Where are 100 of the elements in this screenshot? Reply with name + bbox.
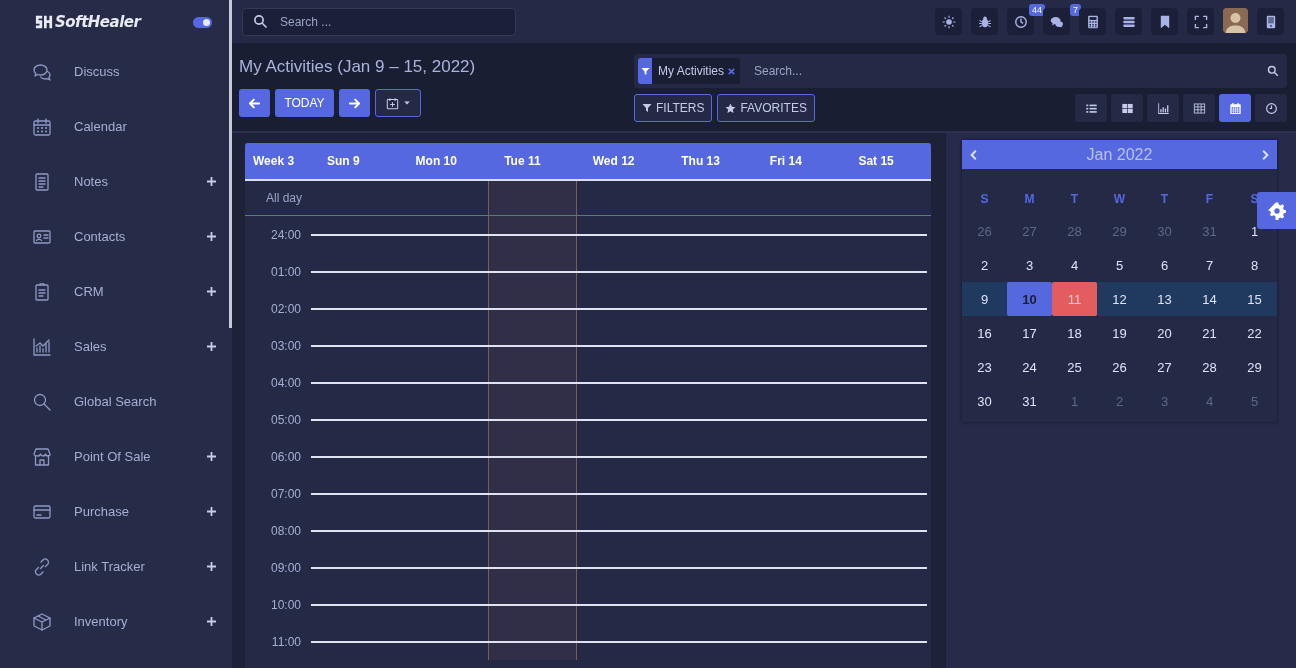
calendar-day[interactable]: 4 <box>1052 248 1097 282</box>
calendar-day[interactable]: 23 <box>962 350 1007 384</box>
toolbar-button[interactable] <box>1151 8 1178 35</box>
line-chart-icon <box>32 336 52 357</box>
calendar-day[interactable]: 20 <box>1142 316 1187 350</box>
plus-icon[interactable] <box>207 617 216 626</box>
date-picker-button[interactable] <box>375 89 421 117</box>
hour-label: 05:00 <box>269 412 302 427</box>
calendar-day[interactable]: 13 <box>1142 282 1187 316</box>
right-arrow-icon <box>348 96 361 110</box>
toolbar-button[interactable] <box>1257 8 1284 35</box>
weekday-label: S <box>979 191 990 208</box>
calendar-day[interactable]: 21 <box>1187 316 1232 350</box>
plus-icon[interactable] <box>207 342 216 351</box>
toolbar-button[interactable] <box>1079 8 1106 35</box>
sidebar-item[interactable]: Calendar <box>0 99 232 154</box>
calendar-day[interactable]: 2 <box>962 248 1007 282</box>
day-column-header[interactable]: Thu 13 <box>665 143 754 179</box>
sidebar-item[interactable]: Contacts <box>0 209 232 264</box>
calendar-day[interactable]: 27 <box>1142 350 1187 384</box>
calendar-day[interactable]: 29 <box>1232 350 1277 384</box>
chat-bubbles-icon <box>32 61 52 82</box>
sidebar-item[interactable]: CRM <box>0 264 232 319</box>
toggle-switch[interactable] <box>193 16 212 28</box>
plus-icon[interactable] <box>207 177 216 186</box>
toolbar-button[interactable] <box>1115 8 1142 35</box>
view-switch-button[interactable] <box>1075 94 1107 122</box>
search-bar[interactable]: My Activities Search... <box>634 54 1287 88</box>
weekday-label: F <box>1204 191 1215 208</box>
plus-icon[interactable] <box>207 452 216 461</box>
sidebar-item[interactable]: Purchase <box>0 484 232 539</box>
calendar-day[interactable]: 5 <box>1097 248 1142 282</box>
calendar-day[interactable]: 1 <box>1232 214 1277 248</box>
search-icon <box>32 391 52 412</box>
sidebar-item[interactable]: Discuss <box>0 44 232 99</box>
plus-icon[interactable] <box>207 562 216 571</box>
calendar-icon <box>32 116 52 137</box>
toolbar-button[interactable] <box>1007 8 1034 35</box>
day-column-header[interactable]: Sat 15 <box>842 143 931 179</box>
calendar-day[interactable]: 12 <box>1097 282 1142 316</box>
view-switch-button[interactable] <box>1111 94 1143 122</box>
calendar-day[interactable]: 16 <box>962 316 1007 350</box>
fullscreen-icon <box>1193 14 1208 29</box>
previous-button[interactable] <box>239 89 270 117</box>
calendar-day[interactable]: 18 <box>1052 316 1097 350</box>
search-field[interactable]: Search ... <box>242 7 516 36</box>
calendar-day[interactable]: 22 <box>1232 316 1277 350</box>
scrollbar[interactable] <box>229 0 232 328</box>
plus-icon[interactable] <box>207 232 216 241</box>
caret-icon <box>402 99 411 107</box>
sidebar-item[interactable]: Link Tracker <box>0 539 232 594</box>
calendar-day[interactable]: 6 <box>1142 248 1187 282</box>
toolbar-button[interactable] <box>1043 8 1070 35</box>
calendar-day[interactable]: 19 <box>1097 316 1142 350</box>
view-switch-button[interactable] <box>1255 94 1287 122</box>
day-column-header[interactable]: Tue 11 <box>488 143 577 179</box>
sidebar-item[interactable]: Notes <box>0 154 232 209</box>
plus-icon[interactable] <box>207 507 216 516</box>
calendar-day[interactable]: 17 <box>1007 316 1052 350</box>
day-column-header[interactable]: Fri 14 <box>753 143 843 179</box>
plus-icon[interactable] <box>207 287 216 296</box>
toolbar-button[interactable] <box>971 8 998 35</box>
sidebar-item[interactable]: Sales <box>0 319 232 374</box>
view-switch-button[interactable] <box>1219 94 1251 122</box>
calendar-day[interactable]: 24 <box>1007 350 1052 384</box>
day-column-header[interactable]: Wed 12 <box>576 143 666 179</box>
calendar-day[interactable]: 26 <box>1097 350 1142 384</box>
calendar-day[interactable]: 14 <box>1187 282 1232 316</box>
calendar-day[interactable]: 9 <box>962 282 1007 316</box>
today-button[interactable]: TODAY <box>275 89 334 117</box>
calendar-day[interactable]: 31 <box>1007 384 1052 418</box>
clock-icon <box>1264 101 1278 115</box>
filters-button[interactable]: FILTERS <box>634 94 713 122</box>
sidebar-item[interactable]: Point Of Sale <box>0 429 232 484</box>
weekday-label: M <box>1023 191 1036 208</box>
hour-label: 11:00 <box>270 634 302 649</box>
calendar-day[interactable]: 28 <box>1187 350 1232 384</box>
calendar-day[interactable]: 30 <box>962 384 1007 418</box>
calendar-day[interactable]: 8 <box>1232 248 1277 282</box>
toolbar-button[interactable] <box>935 8 962 35</box>
toolbar-button[interactable] <box>1187 8 1214 35</box>
filter-icon <box>640 66 650 76</box>
next-button[interactable] <box>339 89 370 117</box>
view-switch-button[interactable] <box>1183 94 1215 122</box>
calendar-day[interactable]: 7 <box>1187 248 1232 282</box>
grid-icon <box>1120 101 1134 115</box>
sidebar-item[interactable]: Inventory <box>0 594 232 649</box>
sidebar-item[interactable]: Global Search <box>0 374 232 429</box>
day-column-header[interactable]: Mon 10 <box>399 143 489 179</box>
hour-label: 07:00 <box>269 486 302 501</box>
calendar-day[interactable]: 25 <box>1052 350 1097 384</box>
calendar-day[interactable]: 15 <box>1232 282 1277 316</box>
avatar[interactable] <box>1223 8 1248 33</box>
view-switch-button[interactable] <box>1147 94 1179 122</box>
favorites-button[interactable]: FAVORITES <box>717 94 815 122</box>
calendar-day[interactable]: 3 <box>1007 248 1052 282</box>
settings-button[interactable] <box>1257 192 1296 229</box>
day-column-header[interactable]: Sun 9 <box>311 143 400 179</box>
table-icon <box>1192 101 1206 115</box>
filter-facet[interactable]: My Activities <box>638 58 740 84</box>
